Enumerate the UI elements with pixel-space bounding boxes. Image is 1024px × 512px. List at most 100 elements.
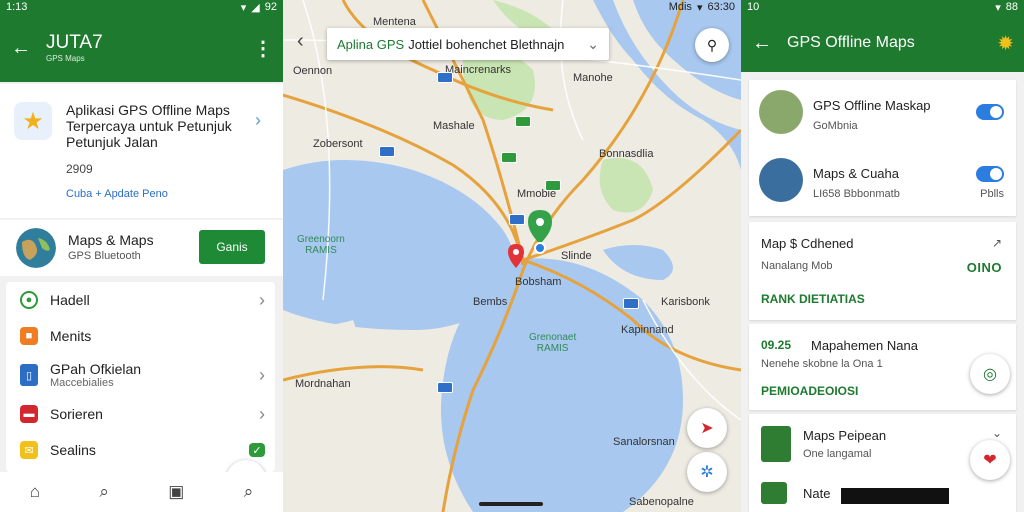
road-shield — [501, 152, 517, 163]
map-search-bar[interactable]: Aplina GPS Jottiel bohenchet Blethnajn ⌄ — [327, 28, 609, 60]
compass-button[interactable]: ➤ — [687, 408, 727, 448]
card-link[interactable]: RANK DIETIATIAS — [761, 292, 865, 306]
back-arrow-icon[interactable]: ‹ — [297, 30, 304, 53]
status-bar: 1:13 ▾ ◢ 92 — [0, 0, 283, 14]
card-title: Map $ Cdhened — [761, 236, 854, 251]
toggle-switch[interactable] — [976, 166, 1004, 182]
card-title: Mapahemen Nana — [811, 338, 918, 353]
app-count: 2909 — [66, 162, 93, 176]
map-place-label: Mashale — [433, 120, 475, 132]
item-meta: Pblls — [980, 188, 1004, 200]
card-sub: Nenehe skobne la Ona 1 — [761, 358, 883, 370]
chevron-down-icon[interactable]: ⌄ — [992, 426, 1002, 440]
item-sub: One langamal — [803, 448, 872, 460]
list-label: Hadell — [50, 292, 90, 308]
layers-icon: ✲ — [700, 464, 714, 481]
list-sublabel: Maccebialies — [50, 377, 114, 389]
chevron-right-icon: › — [259, 289, 265, 310]
search-prefix: Aplina GPS — [337, 36, 405, 52]
item-title: Maps & Cuaha — [813, 166, 899, 181]
item-sub: GoMbnia — [813, 120, 858, 132]
wifi-icon: ▾ — [995, 1, 1001, 14]
card-sub: Nanalang Mob — [761, 260, 833, 272]
map-place-label: Mentena — [373, 16, 416, 28]
status-bar: Mdis ▾ 63:30 — [283, 0, 741, 14]
mic-button[interactable]: ⚲ — [695, 28, 729, 62]
install-button[interactable]: Ganis — [199, 230, 265, 264]
list-label: Sealins — [50, 442, 96, 458]
status-time: 1:13 — [6, 1, 28, 13]
map-panel[interactable]: Mdis ▾ 63:30 ‹ Aplina GPS Jottiel bohenc… — [283, 0, 741, 512]
back-arrow-icon[interactable]: ← — [751, 32, 773, 55]
status-time: 10 — [747, 1, 760, 13]
back-arrow-icon[interactable]: ← — [10, 37, 32, 60]
map-thumbnail — [759, 90, 803, 134]
map-place-label: Kapinnand — [621, 324, 674, 336]
calendar-icon[interactable]: ▣ — [168, 482, 184, 502]
battery-level: 92 — [264, 1, 277, 13]
wifi-icon: ▾ — [696, 1, 703, 14]
whatsapp-icon: ● — [20, 291, 38, 309]
menu-list: ● Hadell › ■ Menits ▯ GPah Ofkielan Macc… — [6, 282, 275, 472]
road-shield — [509, 214, 525, 225]
list-item-hadell[interactable]: ● Hadell › — [6, 282, 275, 318]
check-badge-icon: ✓ — [249, 443, 265, 457]
current-location-dot — [534, 242, 546, 254]
chevron-right-icon[interactable]: › — [255, 110, 261, 131]
app-links[interactable]: Cuba + Apdate Peno — [66, 188, 168, 200]
home-icon[interactable]: ⌂ — [30, 482, 40, 502]
map-place-label: Mordnahan — [295, 378, 351, 390]
maps-list-card: Maps Peipean One langamal ⌄ ❤ Nate — [749, 414, 1016, 512]
list-item-menits[interactable]: ■ Menits — [6, 318, 275, 354]
road-shield — [437, 72, 453, 83]
item-title: Nate — [803, 486, 831, 501]
map-pack-icon — [761, 482, 787, 504]
expand-icon[interactable]: ↗ — [992, 236, 1002, 250]
more-vert-icon[interactable]: ⋮ — [253, 36, 273, 61]
search-icon[interactable]: ⌕ — [244, 482, 254, 502]
item-title: GPS Offline Maskap — [813, 98, 931, 113]
delete-button[interactable]: ❤ — [970, 440, 1010, 480]
road-shield — [515, 116, 531, 127]
chevron-right-icon: › — [259, 364, 265, 385]
downloaded-maps-card: GPS Offline Maskap GoMbnia Maps & Cuaha … — [749, 80, 1016, 216]
map-place-label: Oennon — [293, 65, 333, 77]
road-shield — [623, 298, 639, 309]
card-prefix: 09.25 — [761, 338, 792, 352]
layers-button[interactable]: ✲ — [687, 452, 727, 492]
search-icon[interactable]: ⌕ — [99, 482, 109, 502]
maps-row[interactable]: Maps & Maps GPS Bluetooth Ganis — [0, 220, 283, 276]
mic-icon: ⚲ — [706, 36, 718, 53]
gift-icon: ■ — [20, 327, 38, 345]
phone-icon: ▯ — [20, 364, 38, 386]
update-card[interactable]: 09.25 Mapahemen Nana Nenehe skobne la On… — [749, 324, 1016, 410]
item-title: Maps Peipean — [803, 428, 887, 443]
map-pack-icon — [761, 426, 791, 462]
list-item-gpah[interactable]: ▯ GPah Ofkielan Maccebialies › — [6, 354, 275, 396]
sync-button[interactable]: ◎ — [970, 354, 1010, 394]
home-indicator — [479, 502, 543, 506]
battery-level: 88 — [1005, 1, 1018, 13]
app-info-card[interactable]: ★ Aplikasi GPS Offline Maps Terpercaya u… — [0, 84, 283, 218]
map-place-label: Zobersont — [313, 138, 363, 150]
map-place-label: Bonnasdlia — [599, 148, 654, 160]
road-shield — [379, 146, 395, 157]
list-label: GPah Ofkielan — [50, 361, 142, 377]
app-bar: ← JUTA7 GPS Maps ⋮ — [0, 14, 283, 82]
chevron-right-icon: › — [259, 403, 265, 424]
search-query: Jottiel bohenchet Blethnajn — [408, 36, 565, 52]
app-detail-panel: 1:13 ▾ ◢ 92 ← JUTA7 GPS Maps ⋮ ★ Aplikas… — [0, 0, 283, 512]
list-item-sorieren[interactable]: ▬ Sorieren › — [6, 396, 275, 432]
signal-icon: ◢ — [251, 1, 260, 14]
app-star-icon: ★ — [14, 102, 52, 140]
page-title: JUTA7 — [46, 32, 103, 54]
settings-gear-icon[interactable]: ✹ — [997, 31, 1014, 56]
card-link[interactable]: PEMIOADEOIOSI — [761, 384, 858, 398]
navigation-arrow-icon: ➤ — [700, 420, 714, 437]
map-place-label: Slinde — [561, 250, 592, 262]
toggle-switch[interactable] — [976, 104, 1004, 120]
bottom-navigation: ⌂ ⌕ ▣ ⌕ — [0, 472, 283, 512]
map-card[interactable]: Map $ Cdhened Nanalang Mob OINO ↗ RANK D… — [749, 222, 1016, 320]
map-place-label: Manohe — [573, 72, 613, 84]
chevron-down-icon[interactable]: ⌄ — [587, 36, 599, 53]
